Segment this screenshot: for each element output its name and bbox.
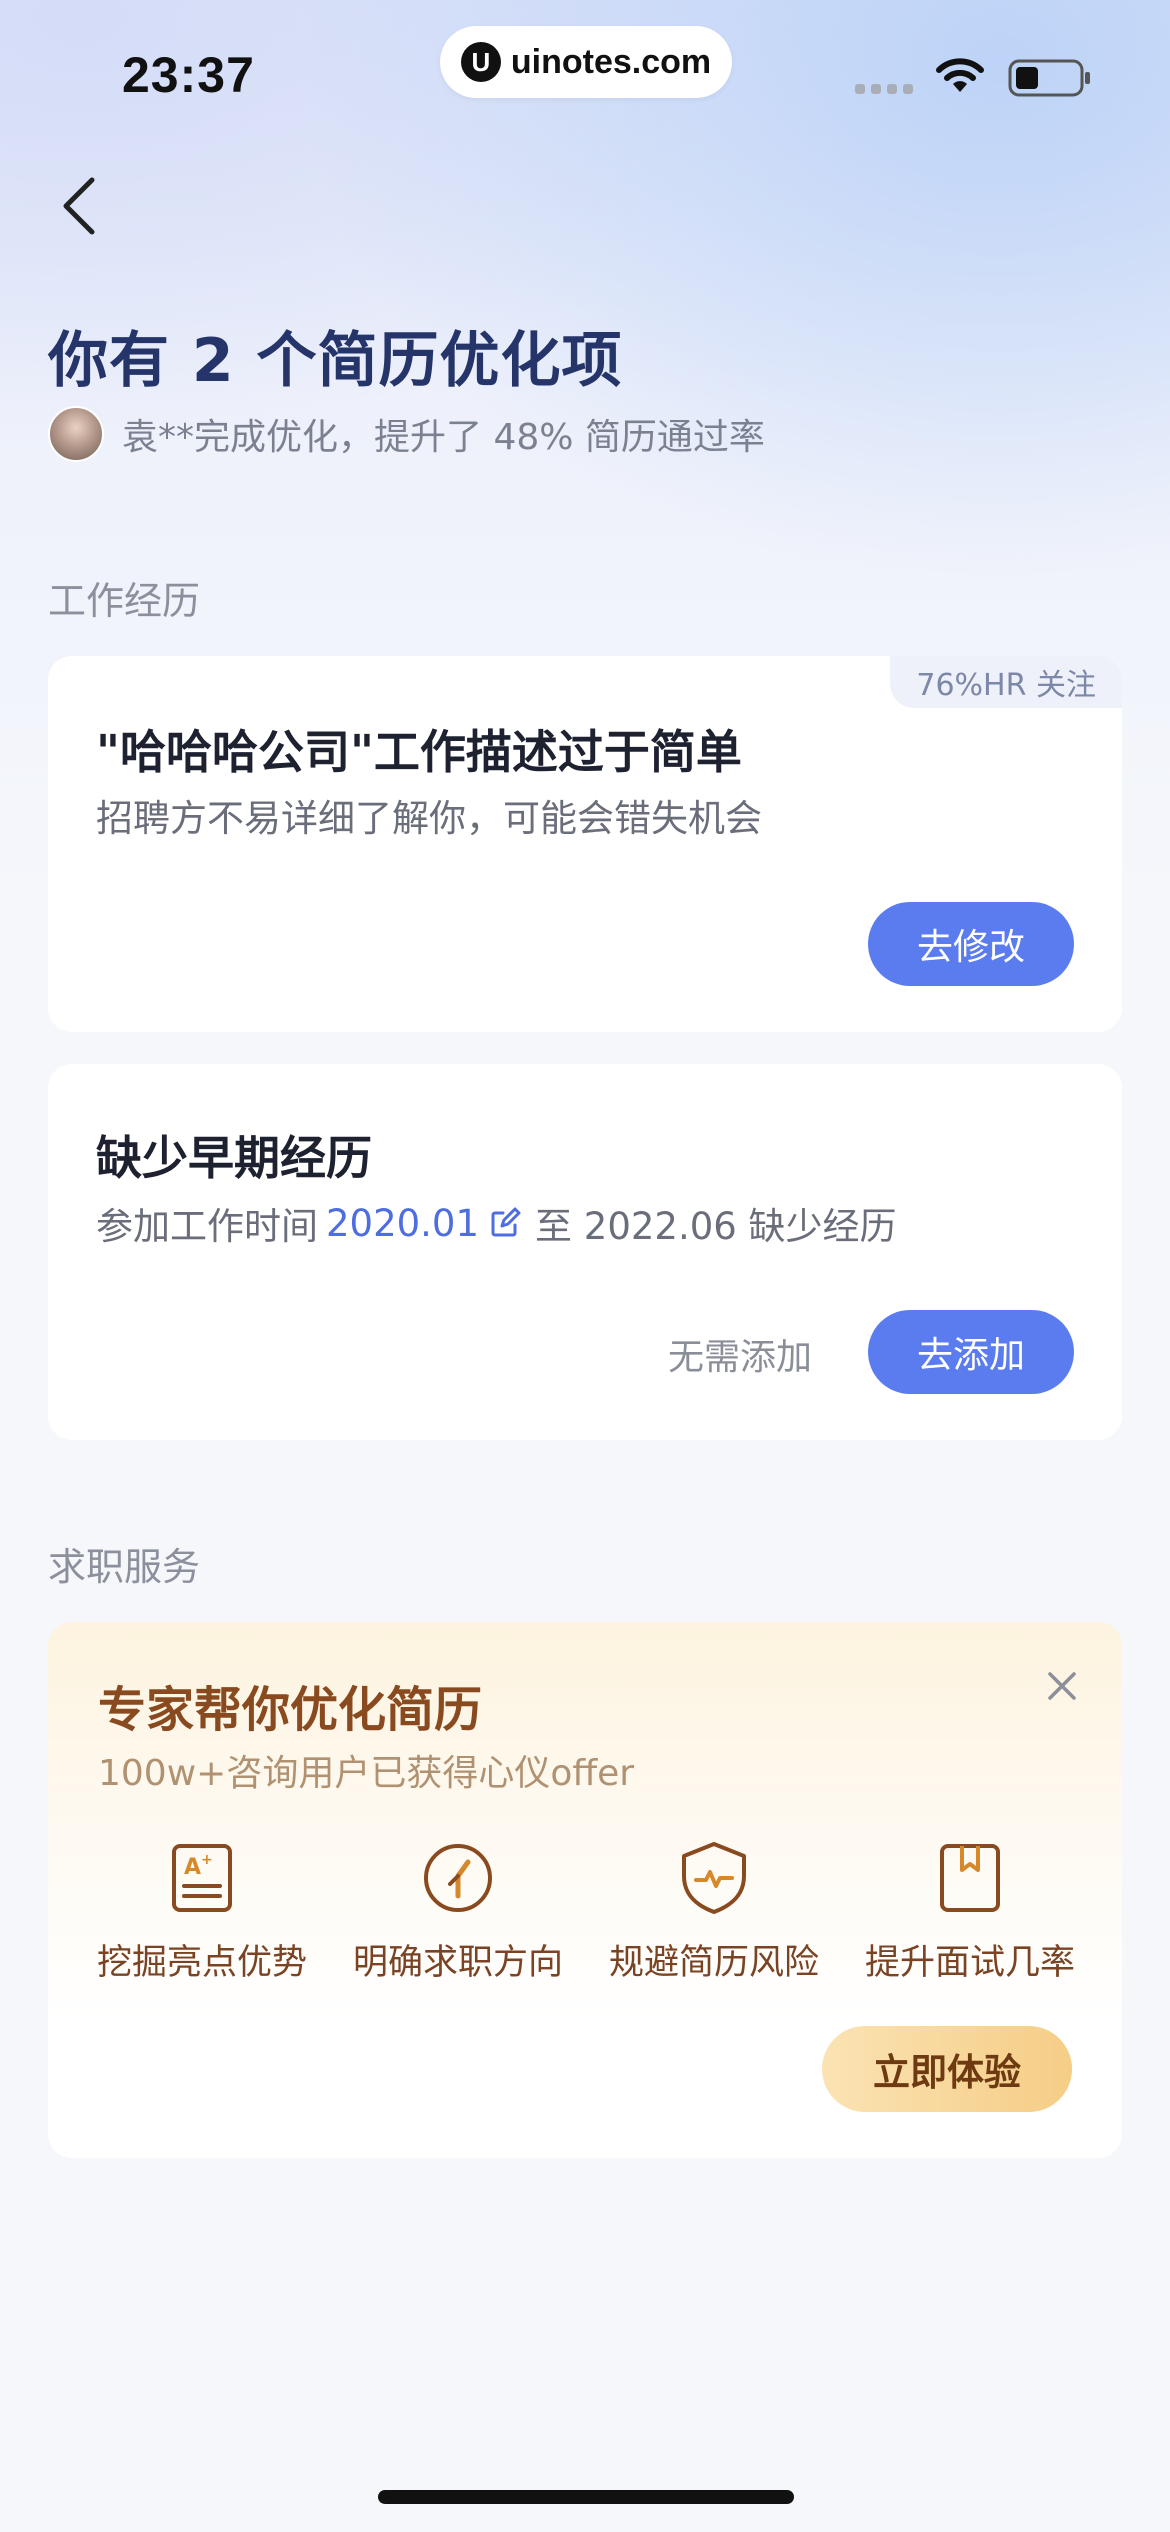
resume-star-icon: A +: [172, 1844, 232, 1912]
svg-text:+: +: [201, 1852, 213, 1868]
url-pill[interactable]: U uinotes.com: [440, 26, 732, 98]
url-text: uinotes.com: [510, 42, 712, 81]
edit-icon[interactable]: [489, 1207, 521, 1239]
add-button[interactable]: 去添加: [868, 1310, 1074, 1394]
desc-suffix: 至 2022.06 缺少经历: [535, 1205, 897, 1248]
optimization-card-early-experience: 缺少早期经历 参加工作时间 2020.01 至 2022.06 缺少经历 无需添…: [48, 1064, 1122, 1440]
bookmark-icon: [940, 1844, 1000, 1912]
cellular-signal-icon: [855, 84, 913, 94]
feature-item: A + 挖掘亮点优势: [82, 1840, 322, 1985]
home-indicator[interactable]: [378, 2490, 794, 2504]
desc-prefix: 参加工作时间: [96, 1205, 318, 1248]
feature-item: 规避简历风险: [594, 1840, 834, 1985]
feature-item: 明确求职方向: [338, 1840, 578, 1985]
skip-button[interactable]: 无需添加: [668, 1328, 812, 1380]
feature-label: 提升面试几率: [864, 1943, 1075, 1983]
expert-service-card: 专家帮你优化简历 100w+咨询用户已获得心仪offer A + 挖掘亮点优势 …: [48, 1622, 1122, 2158]
start-date-link[interactable]: 2020.01: [326, 1202, 479, 1245]
svg-text:A: A: [184, 1855, 201, 1880]
social-proof-row: 袁**完成优化，提升了 48% 简历通过率: [48, 406, 765, 462]
wifi-icon: [936, 58, 984, 92]
card-title: 缺少早期经历: [96, 1131, 372, 1185]
site-logo-icon: U: [460, 42, 501, 82]
service-title: 专家帮你优化简历: [98, 1682, 483, 1738]
close-icon[interactable]: [1042, 1666, 1082, 1706]
section-label-work: 工作经历: [48, 579, 201, 623]
back-icon[interactable]: [52, 170, 112, 242]
card-description: 参加工作时间 2020.01 至 2022.06 缺少经历: [96, 1196, 897, 1250]
card-title: "哈哈哈公司"工作描述过于简单: [96, 725, 742, 779]
social-proof-text: 袁**完成优化，提升了 48% 简历通过率: [122, 417, 765, 458]
feature-label: 挖掘亮点优势: [96, 1943, 307, 1983]
service-subtitle: 100w+咨询用户已获得心仪offer: [98, 1753, 635, 1794]
feature-label: 明确求职方向: [352, 1943, 563, 1983]
section-label-services: 求职服务: [48, 1545, 201, 1589]
status-time: 23:37: [122, 47, 255, 103]
card-description: 招聘方不易详细了解你，可能会错失机会: [96, 797, 762, 840]
hr-attention-badge: 76%HR 关注: [890, 656, 1122, 708]
shield-icon: [682, 1842, 746, 1914]
battery-icon: [1008, 59, 1090, 97]
feature-item: 提升面试几率: [850, 1840, 1090, 1985]
avatar: [48, 406, 104, 462]
try-now-button[interactable]: 立即体验: [822, 2026, 1072, 2112]
optimization-card-description: 76%HR 关注 "哈哈哈公司"工作描述过于简单 招聘方不易详细了解你，可能会错…: [48, 656, 1122, 1032]
feature-label: 规避简历风险: [608, 1943, 819, 1983]
edit-button[interactable]: 去修改: [868, 902, 1074, 986]
feature-list: A + 挖掘亮点优势 明确求职方向 规避简历风险 提升面试几率: [48, 1840, 1122, 2000]
compass-icon: [424, 1844, 492, 1912]
page-title: 你有 2 个简历优化项: [48, 326, 623, 396]
